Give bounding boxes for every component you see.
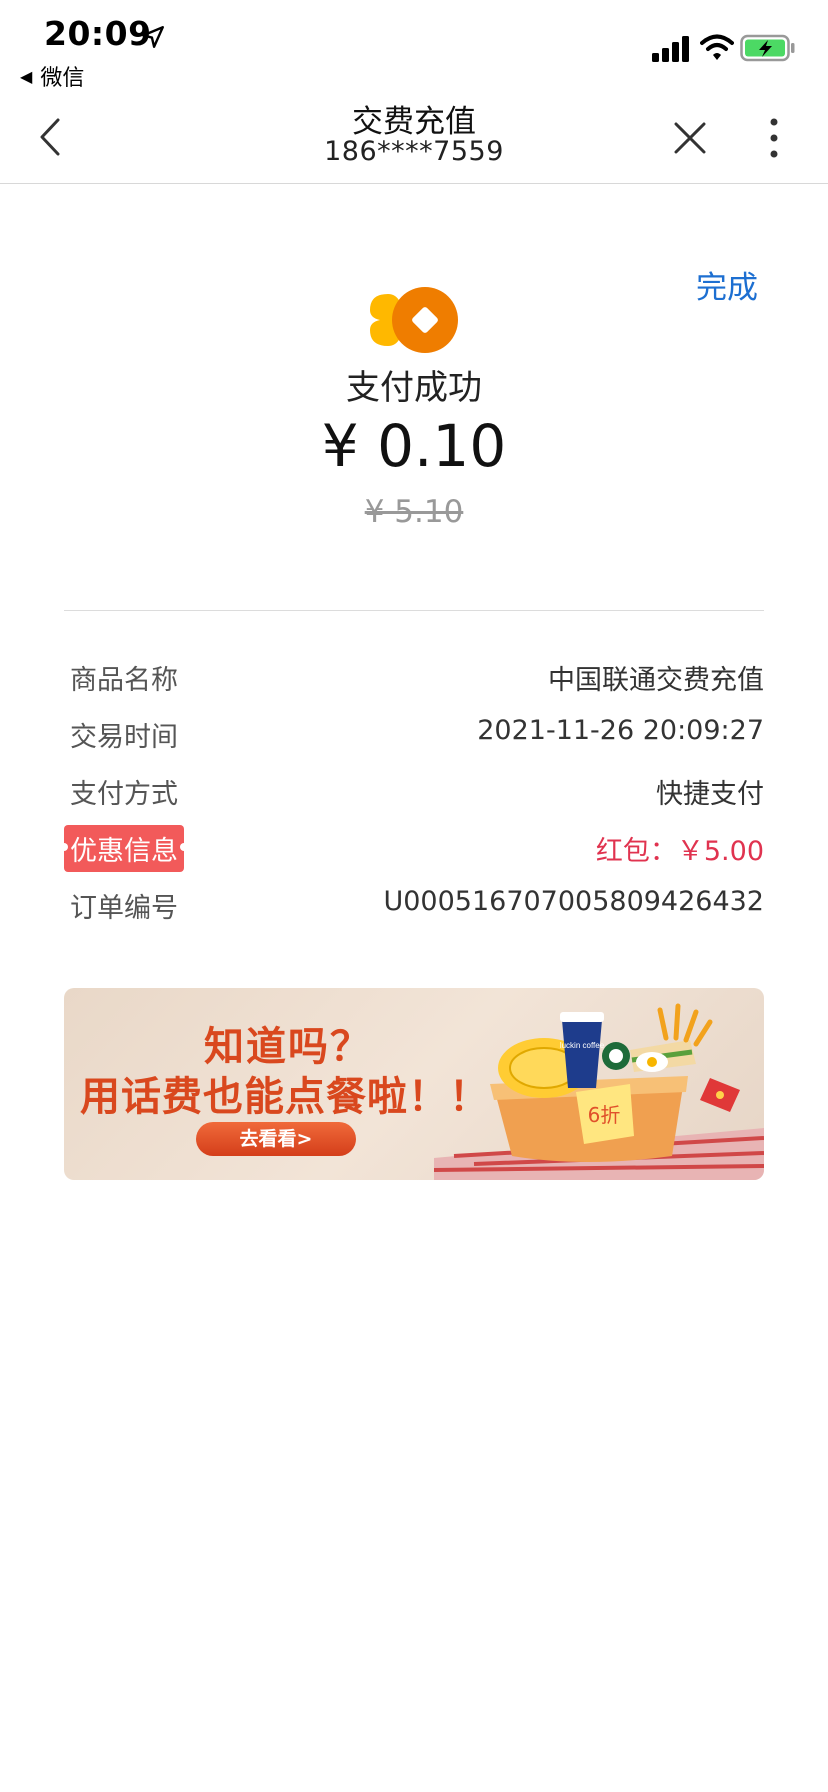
paid-amount: ¥ 0.10 <box>321 412 507 480</box>
discount-badge: 优惠信息 <box>60 825 188 872</box>
banner-go-button[interactable]: 去看看> <box>196 1122 356 1156</box>
close-icon[interactable] <box>670 114 710 162</box>
detail-label: 商品名称 <box>70 665 178 696</box>
detail-row-discount: 优惠信息 红包：￥5.00 <box>60 823 764 880</box>
promo-banner[interactable]: 知道吗？ 用话费也能点餐啦！！ 去看看> luckin coffee 6折 <box>64 988 764 1180</box>
detail-value: 2021-11-26 20:09:27 <box>477 715 764 746</box>
discount-tag-text: 6折 <box>588 1103 621 1127</box>
done-button[interactable]: 完成 <box>696 262 758 307</box>
detail-value: 快捷支付 <box>656 779 764 810</box>
back-triangle-icon: ◀ <box>20 66 33 86</box>
payment-status: 支付成功 <box>346 368 482 408</box>
order-details: 商品名称 中国联通交费充值 交易时间 2021-11-26 20:09:27 支… <box>60 652 764 937</box>
detail-label: 交易时间 <box>70 722 178 753</box>
detail-row-order-id: 订单编号 U000516707005809426432 <box>64 880 764 937</box>
more-vertical-icon[interactable] <box>762 114 786 162</box>
detail-row-product: 商品名称 中国联通交费充值 <box>64 652 764 709</box>
cup-brand-text: luckin coffee <box>560 1041 605 1050</box>
original-amount: ¥ 5.10 <box>364 494 464 530</box>
back-app-label: 微信 <box>40 66 85 91</box>
battery-charging-icon <box>740 34 795 62</box>
wifi-icon <box>700 34 734 60</box>
signal-icon <box>652 36 689 62</box>
payment-logo-icon <box>370 287 458 353</box>
back-to-app[interactable]: ◀ 微信 <box>20 60 84 92</box>
detail-value: 红包：￥5.00 <box>595 836 764 867</box>
food-basket-illustration: luckin coffee 6折 <box>434 1003 764 1180</box>
nav-header: 交费充值 186****7559 <box>0 92 828 184</box>
divider <box>64 610 764 611</box>
detail-row-method: 支付方式 快捷支付 <box>64 766 764 823</box>
detail-label: 订单编号 <box>70 893 178 924</box>
detail-row-time: 交易时间 2021-11-26 20:09:27 <box>64 709 764 766</box>
location-arrow-icon <box>142 26 164 48</box>
detail-value: U000516707005809426432 <box>383 886 764 917</box>
status-time: 20:09 <box>44 14 152 53</box>
detail-value: 中国联通交费充值 <box>548 665 764 696</box>
status-bar: 20:09 ◀ 微信 <box>0 0 828 92</box>
banner-subheadline: 用话费也能点餐啦！！ <box>80 1074 490 1120</box>
detail-label: 支付方式 <box>70 779 178 810</box>
